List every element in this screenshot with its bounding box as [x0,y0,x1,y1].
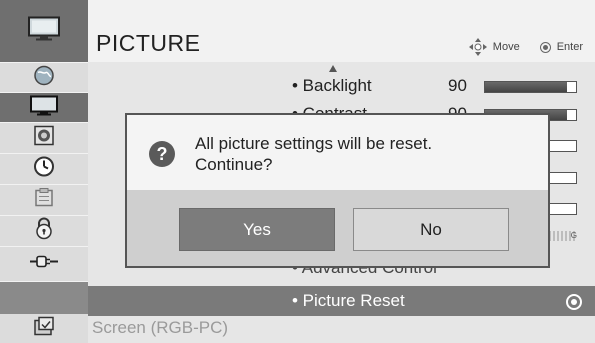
settings-box-icon [33,187,55,214]
yes-button[interactable]: Yes [179,208,335,251]
enter-icon [539,41,551,53]
no-button[interactable]: No [353,208,509,251]
sidebar-item-input[interactable] [0,246,88,281]
sidebar [0,0,88,343]
enter-hint-label: Enter [556,41,583,53]
sidebar-item-lock[interactable] [0,215,88,246]
reset-confirm-dialog: ? All picture settings will be reset. Co… [125,113,550,268]
picture-icon [29,94,59,121]
move-arrows-icon [468,38,487,56]
dialog-message-line2: Continue? [195,155,273,174]
sidebar-item-support[interactable] [0,314,88,343]
sidebar-item-option[interactable] [0,184,88,215]
question-icon: ? [149,141,175,167]
nav-hints: Move Enter [468,38,583,56]
menu-item-picture-reset[interactable]: • Picture Reset [88,286,595,316]
page-title: PICTURE [96,30,201,56]
clock-icon [33,156,55,183]
input-plug-icon [29,253,59,276]
sidebar-item-home[interactable] [0,0,88,62]
menu-item-backlight[interactable]: • Backlight [292,76,372,96]
move-hint-label: Move [492,41,520,53]
dialog-message: All picture settings will be reset. Cont… [195,133,525,175]
sidebar-item-audio[interactable] [0,122,88,153]
dialog-message-line1: All picture settings will be reset. [195,134,433,153]
monitor-icon [27,16,61,47]
sidebar-item-divider [0,281,88,314]
sidebar-item-setup[interactable] [0,62,88,92]
globe-icon [33,64,55,91]
picture-reset-label: • Picture Reset [292,291,405,310]
backlight-slider-fill [485,82,567,92]
backlight-value: 90 [448,76,467,95]
sidebar-item-picture[interactable] [0,92,88,122]
sidebar-item-time[interactable] [0,153,88,184]
lock-icon [33,217,55,246]
enter-radio-icon [566,294,582,310]
speaker-icon [33,125,55,152]
menu-item-screen[interactable]: Screen (RGB-PC) [92,318,228,338]
scroll-up-icon[interactable] [329,65,337,72]
support-icon [32,315,56,342]
backlight-slider[interactable] [484,81,577,93]
